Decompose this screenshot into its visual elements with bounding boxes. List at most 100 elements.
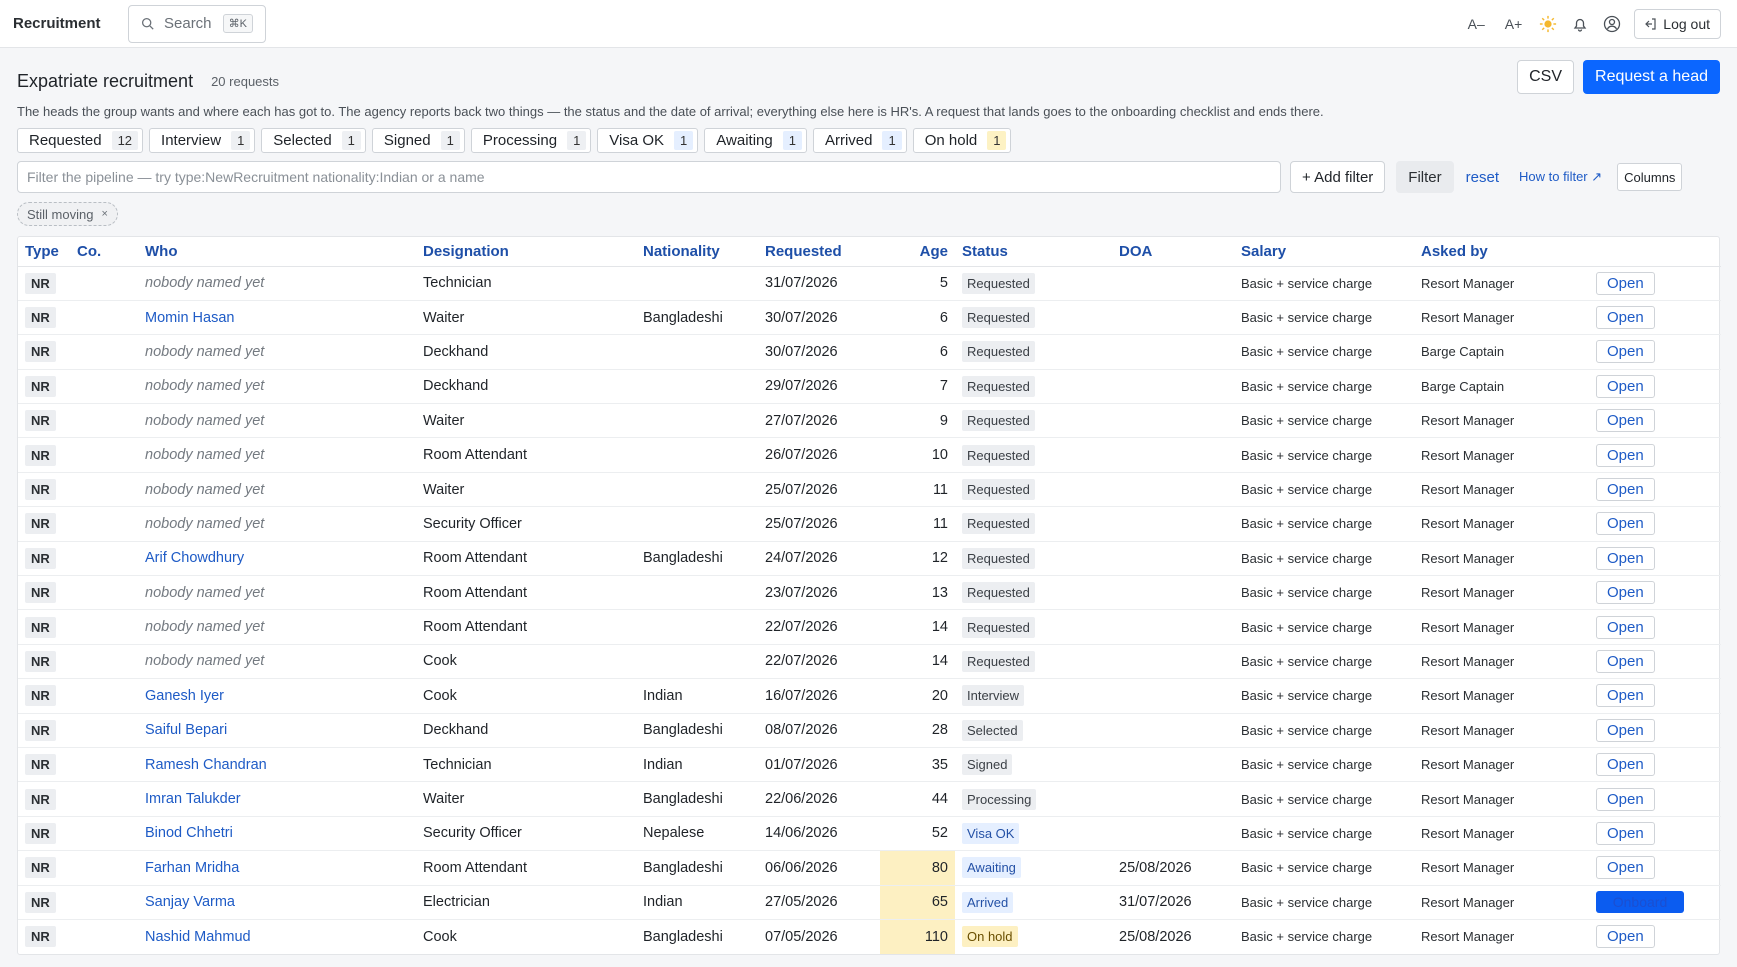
column-header-type[interactable]: Type: [18, 237, 70, 267]
table-row: NR nobody named yet Room Attendant 22/07/20…: [18, 609, 1721, 645]
type-badge: NR: [25, 616, 56, 638]
filter-input[interactable]: Filter the pipeline — try type:NewRecrui…: [17, 161, 1281, 193]
designation-cell: Technician: [416, 747, 636, 783]
open-button[interactable]: Open: [1596, 443, 1655, 467]
candidate-name-link[interactable]: Arif Chowdhury: [145, 550, 244, 566]
status-cell: Requested: [955, 609, 1112, 645]
who-cell[interactable]: Ramesh Chandran: [138, 747, 416, 783]
type-badge: NR: [25, 891, 56, 913]
candidate-name-link[interactable]: Farhan Mridha: [145, 860, 239, 876]
csv-button[interactable]: CSV: [1517, 60, 1575, 94]
stage-chip-arrived[interactable]: Arrived 1: [812, 128, 907, 153]
stage-chip-selected[interactable]: Selected 1: [261, 128, 366, 153]
column-header-co[interactable]: Co.: [70, 237, 138, 267]
candidate-name-link[interactable]: Momin Hasan: [145, 310, 234, 326]
stage-chip-awaiting[interactable]: Awaiting 1: [704, 128, 807, 153]
table-row: NR nobody named yet Deckhand 30/07/2026 6 Req…: [18, 334, 1721, 370]
remove-filter-icon[interactable]: ×: [101, 208, 107, 220]
open-button[interactable]: Open: [1596, 856, 1655, 880]
doa-cell: [1112, 541, 1234, 577]
stage-chip-count: 1: [882, 131, 902, 150]
reset-link[interactable]: reset: [1466, 169, 1499, 186]
who-cell[interactable]: Saiful Bepari: [138, 713, 416, 748]
text-larger-button[interactable]: A+: [1495, 16, 1533, 32]
filter-button[interactable]: Filter: [1396, 161, 1454, 193]
who-cell[interactable]: Ganesh Iyer: [138, 678, 416, 714]
designation-cell: Deckhand: [416, 334, 636, 370]
open-button[interactable]: Open: [1596, 649, 1655, 673]
age-cell: 6: [880, 300, 955, 336]
add-filter-button[interactable]: + Add filter: [1290, 161, 1386, 193]
action-cell: Open: [1589, 506, 1721, 542]
open-button[interactable]: Open: [1596, 581, 1655, 605]
open-button[interactable]: Open: [1596, 615, 1655, 639]
column-header-salary[interactable]: Salary: [1234, 237, 1414, 267]
company-cell: [70, 300, 138, 336]
open-button[interactable]: Open: [1596, 787, 1655, 811]
column-header-askedby[interactable]: Asked by: [1414, 237, 1589, 267]
column-header-designation[interactable]: Designation: [416, 237, 636, 267]
candidate-name-link[interactable]: Imran Talukder: [145, 791, 241, 807]
stage-chip-interview[interactable]: Interview 1: [149, 128, 256, 153]
columns-button[interactable]: Columns: [1617, 163, 1683, 191]
company-cell: [70, 403, 138, 439]
candidate-unnamed: nobody named yet: [145, 378, 265, 395]
open-button[interactable]: Open: [1596, 306, 1655, 330]
candidate-name-link[interactable]: Ramesh Chandran: [145, 757, 267, 773]
open-button[interactable]: Open: [1596, 374, 1655, 398]
app-title: Recruitment: [13, 15, 101, 32]
stage-chip-processing[interactable]: Processing 1: [470, 128, 592, 153]
stage-chip-visa-ok[interactable]: Visa OK 1: [597, 128, 699, 153]
onboard-button[interactable]: Onboard: [1596, 891, 1684, 914]
who-cell[interactable]: Sanjay Varma: [138, 885, 416, 920]
column-header-doa[interactable]: DOA: [1112, 237, 1234, 267]
open-button[interactable]: Open: [1596, 546, 1655, 570]
column-header-who[interactable]: Who: [138, 237, 416, 267]
search-button[interactable]: Search ⌘K: [128, 4, 266, 43]
column-header-actions[interactable]: [1589, 237, 1721, 267]
who-cell[interactable]: Momin Hasan: [138, 300, 416, 336]
company-cell: [70, 885, 138, 920]
type-badge: NR: [25, 822, 56, 844]
salary-cell: Basic + service charge: [1234, 850, 1414, 886]
open-button[interactable]: Open: [1596, 478, 1655, 502]
asked-by-cell: Resort Manager: [1414, 609, 1589, 645]
stage-chip-on-hold[interactable]: On hold 1: [912, 128, 1012, 153]
how-to-filter-link[interactable]: How to filter ↗: [1519, 169, 1602, 185]
column-header-status[interactable]: Status: [955, 237, 1112, 267]
candidate-name-link[interactable]: Ganesh Iyer: [145, 688, 224, 704]
stage-chip-requested[interactable]: Requested 12: [17, 128, 144, 153]
who-cell[interactable]: Binod Chhetri: [138, 816, 416, 852]
who-cell[interactable]: Imran Talukder: [138, 781, 416, 817]
candidate-name-link[interactable]: Saiful Bepari: [145, 722, 227, 738]
candidate-name-link[interactable]: Sanjay Varma: [145, 894, 235, 910]
logout-button[interactable]: Log out: [1634, 9, 1721, 39]
open-button[interactable]: Open: [1596, 821, 1655, 845]
text-smaller-button[interactable]: A–: [1458, 16, 1495, 32]
age-cell: 13: [880, 575, 955, 611]
designation-cell: Technician: [416, 266, 636, 301]
column-header-requested[interactable]: Requested: [758, 237, 880, 267]
who-cell[interactable]: Nashid Mahmud: [138, 919, 416, 953]
open-button[interactable]: Open: [1596, 718, 1655, 742]
who-cell[interactable]: Farhan Mridha: [138, 850, 416, 886]
column-header-nationality[interactable]: Nationality: [636, 237, 758, 267]
open-button[interactable]: Open: [1596, 512, 1655, 536]
open-button[interactable]: Open: [1596, 684, 1655, 708]
notifications-button[interactable]: [1564, 9, 1596, 39]
open-button[interactable]: Open: [1596, 340, 1655, 364]
profile-button[interactable]: [1596, 9, 1628, 39]
stage-chip-signed[interactable]: Signed 1: [371, 128, 465, 153]
open-button[interactable]: Open: [1596, 925, 1655, 949]
candidate-name-link[interactable]: Binod Chhetri: [145, 825, 233, 841]
who-cell[interactable]: Arif Chowdhury: [138, 541, 416, 577]
designation-cell: Room Attendant: [416, 609, 636, 645]
open-button[interactable]: Open: [1596, 753, 1655, 777]
column-header-age[interactable]: Age: [880, 237, 955, 267]
theme-toggle-button[interactable]: [1532, 9, 1564, 39]
candidate-name-link[interactable]: Nashid Mahmud: [145, 929, 251, 945]
open-button[interactable]: Open: [1596, 409, 1655, 433]
request-head-button[interactable]: Request a head: [1583, 60, 1720, 94]
age-cell: 44: [880, 781, 955, 817]
open-button[interactable]: Open: [1596, 271, 1655, 295]
